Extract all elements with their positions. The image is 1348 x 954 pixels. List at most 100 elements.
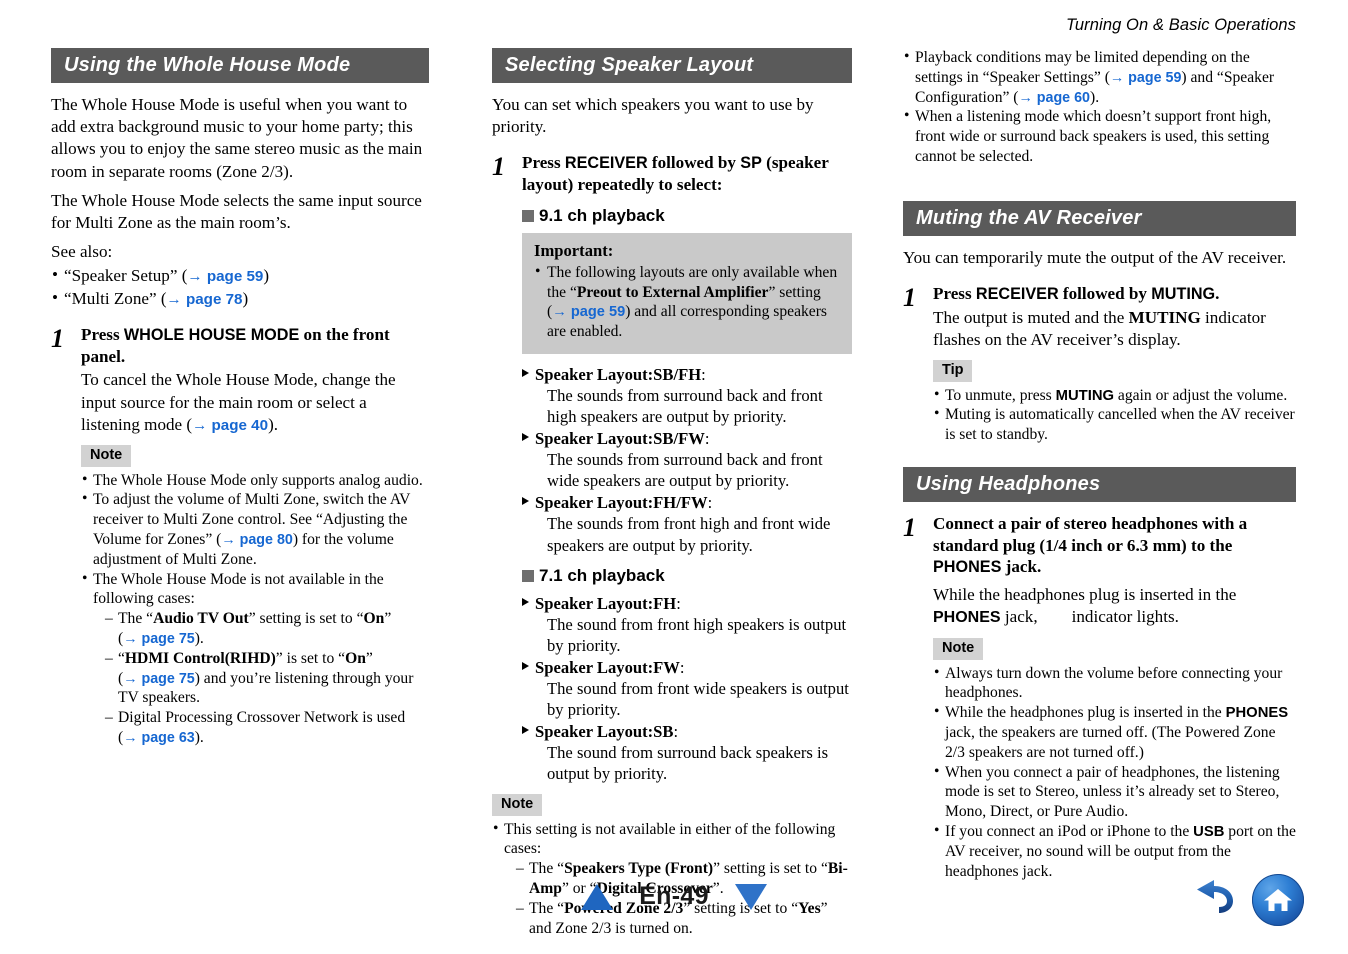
layout-label: Speaker Layout:FW — [535, 657, 680, 677]
list-item: The following layouts are only available… — [534, 262, 840, 342]
column-left: Using the Whole House Mode The Whole Hou… — [0, 48, 446, 938]
page-link[interactable]: → page 60 — [1019, 90, 1091, 106]
step-whole-house-1: 1 Press WHOLE HOUSE MODE on the front pa… — [51, 324, 429, 748]
layout-label: Speaker Layout:SB/FH — [535, 365, 702, 385]
speaker-layout-description: The sound from surround back speakers is… — [547, 743, 829, 784]
section-header-selecting-speaker-layout: Selecting Speaker Layout — [492, 48, 852, 83]
sub-text: ” setting is set to “ — [248, 610, 364, 628]
step-content: Press WHOLE HOUSE MODE on the front pane… — [81, 324, 429, 748]
speaker-layout-name: Speaker Layout:SB: — [522, 721, 852, 742]
page-link[interactable]: → page 59 — [1110, 70, 1182, 86]
setting-name: HDMI Control(RIHD) — [124, 649, 276, 667]
note-badge: Note — [933, 638, 984, 660]
note-badge: Note — [81, 445, 132, 467]
sub-text: ” is set to “ — [275, 649, 346, 667]
tip-badge: Tip — [933, 360, 973, 382]
page-link[interactable]: → page 59 — [187, 268, 263, 285]
speaker-layout-description: The sounds from surround back and front … — [547, 450, 823, 491]
speaker-layout-entry: Speaker Layout:FH: The sound from front … — [522, 593, 852, 656]
page-link[interactable]: → page 80 — [221, 532, 293, 548]
list-item: “Speaker Setup” (→ page 59) — [51, 264, 429, 287]
step-headphones-1: 1 Connect a pair of stereo headphones wi… — [903, 513, 1296, 881]
step-description: To cancel the Whole House Mode, change t… — [81, 369, 429, 436]
note-block-top-right: Playback conditions may be limited depen… — [903, 47, 1296, 167]
step-description-text: The output is muted and the — [933, 307, 1129, 327]
page-link[interactable]: → page 63 — [123, 730, 195, 746]
step-number: 1 — [903, 513, 916, 543]
footer-nav-icons — [1190, 874, 1304, 926]
step-title: Press WHOLE HOUSE MODE on the front pane… — [81, 324, 429, 367]
list-item: The Whole House Mode is not available in… — [81, 569, 429, 748]
page-link[interactable]: → page 78 — [167, 291, 243, 308]
see-also-label: See also: — [51, 242, 113, 262]
speaker-layout-list-7-1: Speaker Layout:FH: The sound from front … — [522, 593, 852, 785]
triangle-up-icon[interactable] — [581, 883, 614, 910]
speaker-layout-entry: Speaker Layout:FH/FW: The sounds from fr… — [522, 492, 852, 555]
subhead-label: 9.1 ch playback — [539, 205, 665, 225]
important-list: The following layouts are only available… — [534, 262, 840, 342]
section-header-using-headphones: Using Headphones — [903, 467, 1296, 503]
page-columns: Using the Whole House Mode The Whole Hou… — [0, 47, 1348, 938]
triangle-down-icon[interactable] — [734, 883, 767, 910]
page-link[interactable]: → page 75 — [123, 631, 195, 647]
layout-label: Speaker Layout:SB — [535, 721, 674, 741]
important-title: Important: — [534, 240, 614, 260]
note-text: If you connect an iPod or iPhone to the — [945, 823, 1194, 841]
home-icon[interactable] — [1252, 874, 1304, 926]
tip-block-muting: Tip To unmute, press MUTING again or adj… — [933, 351, 1296, 445]
jack-name: PHONES — [933, 558, 1002, 577]
see-also-text-post: ) — [242, 288, 249, 308]
list-item: “Multi Zone” (→ page 78) — [51, 287, 429, 310]
step-title-post: jack. — [1001, 557, 1042, 577]
list-item: To unmute, press MUTING again or adjust … — [933, 385, 1296, 406]
layout-colon: : — [704, 429, 710, 449]
step-title-button-receiver: RECEIVER — [975, 285, 1059, 303]
running-header: Turning On & Basic Operations — [1065, 16, 1296, 34]
list-item: “HDMI Control(RIHD)” is set to “On” (→ p… — [105, 649, 429, 708]
jack-name: PHONES — [933, 609, 1001, 627]
layout-label: Speaker Layout:SB/FW — [535, 429, 705, 449]
step-description-post: indicator lights. — [1071, 607, 1179, 627]
list-item: Always turn down the volume before conne… — [933, 663, 1296, 704]
step-title-pre: Press — [81, 324, 124, 344]
pager-controls: En-49 — [0, 882, 1348, 911]
speaker-layout-entry: Speaker Layout:SB/FW: The sounds from su… — [522, 428, 852, 491]
speaker-layout-description: The sound from front wide speakers is ou… — [547, 678, 849, 719]
step-speaker-layout-1: 1 Press RECEIVER followed by SP (speaker… — [492, 152, 852, 785]
square-bullet-icon — [522, 569, 534, 582]
speaker-layout-name: Speaker Layout:FH: — [522, 593, 852, 614]
see-also-text: “Multi Zone” ( — [64, 288, 167, 308]
back-arrow-icon[interactable] — [1190, 878, 1236, 923]
speaker-layout-description: The sounds from front high and front wid… — [547, 514, 831, 555]
speaker-layout-entry: Speaker Layout:SB/FH: The sounds from su… — [522, 364, 852, 427]
page-link[interactable]: → page 59 — [552, 304, 625, 320]
list-item: Muting is automatically cancelled when t… — [933, 404, 1296, 445]
triangle-bullet-icon — [522, 497, 529, 506]
step-description-text: While the headphones plug is inserted in… — [933, 585, 1237, 605]
step-content: Press RECEIVER followed by MUTING. The o… — [933, 283, 1296, 445]
speaker-layout-entry: Speaker Layout:FW: The sound from front … — [522, 657, 852, 720]
setting-value: On — [345, 649, 366, 667]
sub-text: ). — [194, 629, 204, 647]
tip-text: again or adjust the volume. — [1114, 386, 1288, 404]
setting-value: On — [363, 610, 385, 628]
list-item: Playback conditions may be limited depen… — [903, 47, 1296, 107]
list-item: The “Audio TV Out” setting is set to “On… — [105, 609, 429, 649]
step-title-button-muting: MUTING — [1151, 285, 1216, 303]
page-link[interactable]: → page 75 — [123, 671, 195, 687]
step-title-mid: followed by — [1058, 284, 1152, 303]
note-badge: Note — [492, 794, 543, 816]
step-title: Connect a pair of stereo headphones with… — [933, 513, 1296, 578]
triangle-bullet-icon — [522, 597, 529, 606]
see-also-list: “Speaker Setup” (→ page 59) “Multi Zone”… — [51, 264, 429, 310]
tip-text: To unmute, press — [945, 386, 1056, 404]
list-item: When a listening mode which doesn’t supp… — [903, 106, 1296, 166]
column-right: Playback conditions may be limited depen… — [875, 47, 1348, 938]
indicator-name: MUTING — [1128, 307, 1201, 327]
step-title-pre: Press — [933, 284, 976, 303]
whole-house-intro-2: The Whole House Mode selects the same in… — [51, 190, 422, 233]
section-header-muting-av-receiver: Muting the AV Receiver — [903, 200, 1296, 236]
page-link[interactable]: → page 40 — [192, 417, 268, 434]
speaker-layout-description: The sound from front high speakers is ou… — [547, 614, 847, 655]
step-title-pre: Connect a pair of stereo headphones with… — [933, 514, 1248, 555]
